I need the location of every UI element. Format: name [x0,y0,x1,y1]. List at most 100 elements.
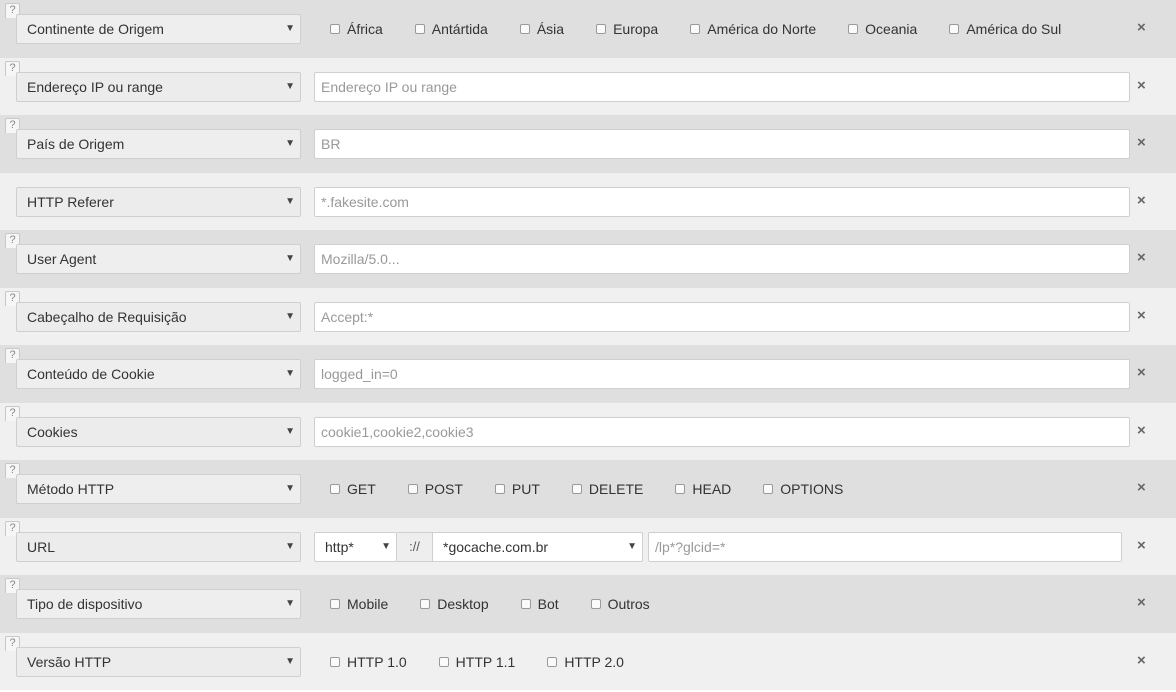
rule-type-select[interactable]: Cabeçalho de Requisição ▼ [16,301,301,332]
remove-rule-icon[interactable]: × [1137,192,1146,210]
checkbox-bot[interactable]: Bot [520,596,559,612]
rule-type-select[interactable]: Tipo de dispositivo ▼ [16,589,301,619]
checkbox-http-1-1[interactable]: HTTP 1.1 [438,654,515,670]
rule-row-referer: HTTP Referer ▼ *.fakesite.com × [0,172,1176,230]
cookie-content-input[interactable]: logged_in=0 [314,359,1130,389]
checkbox-box[interactable] [590,599,601,609]
checkbox-antartida[interactable]: Antártida [414,21,488,37]
caret-down-icon: ▼ [285,138,295,149]
rule-type-select[interactable]: URL ▼ [16,531,301,562]
checkbox-box[interactable] [763,484,774,494]
url-protocol-value: http* [325,538,354,555]
checkbox-http-1-0[interactable]: HTTP 1.0 [330,654,407,670]
checkbox-outros[interactable]: Outros [590,596,650,612]
referer-input[interactable]: *.fakesite.com [314,186,1130,217]
checkbox-europa[interactable]: Europa [596,21,658,37]
rule-type-label: HTTP Referer [27,193,114,210]
checkbox-label: HTTP 1.0 [347,653,407,670]
checkbox-head[interactable]: HEAD [675,481,731,497]
rule-type-select[interactable]: País de Origem ▼ [16,129,301,159]
checkbox-box[interactable] [494,484,505,494]
checkbox-box[interactable] [848,24,859,34]
remove-rule-icon[interactable]: × [1137,249,1146,267]
request-header-input[interactable]: Accept:* [314,301,1130,332]
rule-type-select[interactable]: Conteúdo de Cookie ▼ [16,359,301,389]
url-host-select[interactable]: *gocache.com.br ▼ [433,531,643,562]
remove-rule-icon[interactable]: × [1137,364,1146,382]
caret-down-icon: ▼ [285,253,295,264]
checkbox-america-do-sul[interactable]: América do Sul [949,21,1061,37]
remove-rule-icon[interactable]: × [1137,422,1146,440]
checkbox-oceania[interactable]: Oceania [848,21,917,37]
rule-type-select[interactable]: Método HTTP ▼ [16,474,301,504]
checkbox-box[interactable] [949,24,960,34]
remove-rule-icon[interactable]: × [1137,652,1146,670]
checkbox-label: Desktop [437,596,489,612]
checkbox-desktop[interactable]: Desktop [420,596,489,612]
rule-type-label: Conteúdo de Cookie [27,366,155,382]
checkbox-box[interactable] [330,24,340,34]
rule-type-select[interactable]: Continente de Origem ▼ [16,14,301,44]
rule-type-select[interactable]: Versão HTTP ▼ [16,646,301,677]
remove-rule-icon[interactable]: × [1137,307,1146,325]
checkbox-box[interactable] [547,656,558,667]
checkbox-box[interactable] [407,484,418,494]
checkbox-label: OPTIONS [780,481,844,497]
rule-type-label: País de Origem [27,136,125,152]
checkbox-box[interactable] [520,599,531,609]
rule-type-label: User Agent [27,251,97,267]
checkbox-options[interactable]: OPTIONS [763,481,843,497]
checkbox-label: Bot [537,596,559,612]
checkbox-label: GET [347,481,376,497]
rules-list: ? Continente de Origem ▼ África Antártid… [0,0,1176,690]
checkbox-box[interactable] [571,484,582,494]
rule-type-label: Método HTTP [27,481,115,497]
remove-rule-icon[interactable]: × [1137,134,1146,152]
checkbox-label: HTTP 2.0 [564,653,624,670]
checkbox-box[interactable] [330,484,340,494]
remove-rule-icon[interactable]: × [1137,479,1146,497]
checkbox-box[interactable] [438,656,449,667]
ip-input[interactable]: Endereço IP ou range [314,71,1130,102]
rule-type-select[interactable]: User Agent ▼ [16,244,301,274]
checkbox-put[interactable]: PUT [494,481,540,497]
checkbox-label: Mobile [347,596,389,612]
checkbox-delete[interactable]: DELETE [571,481,643,497]
rule-type-select[interactable]: Cookies ▼ [16,416,301,447]
rule-type-label: Continente de Origem [27,21,164,37]
checkbox-label: África [347,21,383,37]
checkbox-box[interactable] [330,656,340,667]
checkbox-mobile[interactable]: Mobile [330,596,388,612]
remove-rule-icon[interactable]: × [1137,77,1146,95]
checkbox-box[interactable] [675,484,686,494]
rule-type-select[interactable]: HTTP Referer ▼ [16,186,301,217]
remove-rule-icon[interactable]: × [1137,19,1146,37]
cookies-input[interactable]: cookie1,cookie2,cookie3 [314,416,1130,447]
remove-rule-icon[interactable]: × [1137,537,1146,555]
url-protocol-select[interactable]: http* ▼ [314,531,397,562]
checkbox-africa[interactable]: África [330,21,383,37]
checkbox-http-2-0[interactable]: HTTP 2.0 [547,654,624,670]
rule-row-cookies: ? Cookies ▼ cookie1,cookie2,cookie3 × [0,402,1176,460]
remove-rule-icon[interactable]: × [1137,594,1146,612]
rule-type-select[interactable]: Endereço IP ou range ▼ [16,71,301,102]
checkbox-label: Oceania [865,21,918,37]
user-agent-input[interactable]: Mozilla/5.0... [314,244,1130,274]
caret-down-icon: ▼ [285,195,295,207]
url-separator: :// [397,531,433,562]
checkbox-box[interactable] [330,599,340,609]
url-path-input[interactable]: /lp*?glcid=* [648,531,1122,562]
checkbox-box[interactable] [519,24,530,34]
device-checkbox-group: Mobile Desktop Bot Outros [330,589,682,619]
checkbox-post[interactable]: POST [407,481,463,497]
checkbox-america-do-norte[interactable]: América do Norte [690,21,816,37]
checkbox-asia[interactable]: Ásia [519,21,564,37]
checkbox-box[interactable] [690,24,701,34]
country-input[interactable]: BR [314,129,1130,159]
checkbox-box[interactable] [420,599,431,609]
checkbox-box[interactable] [596,24,607,34]
checkbox-get[interactable]: GET [330,481,376,497]
rule-type-label: URL [27,538,56,555]
caret-down-icon: ▼ [285,655,295,667]
checkbox-box[interactable] [414,24,425,34]
